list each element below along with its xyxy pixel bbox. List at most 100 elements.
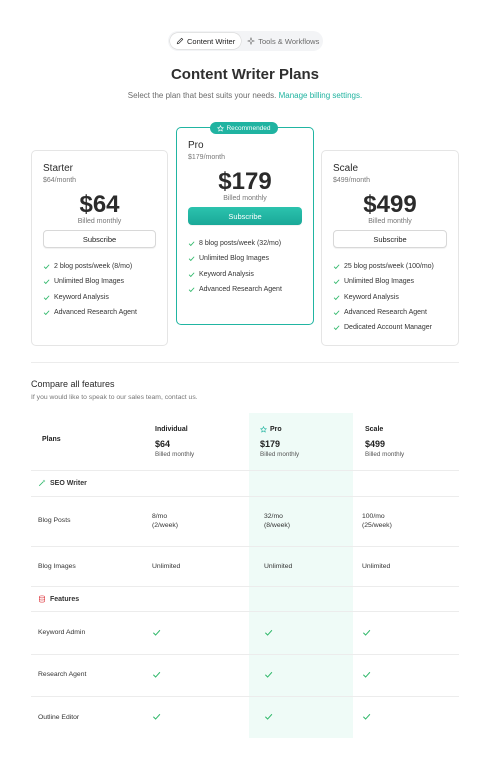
section-divider: [31, 362, 459, 363]
plan-price: $179: [218, 168, 272, 195]
feature-text: Unlimited Blog Images: [199, 255, 270, 263]
column-billed-pro: Billed monthly: [260, 451, 300, 458]
subscribe-button-starter[interactable]: Subscribe: [43, 230, 156, 248]
column-billed-scale: Billed monthly: [365, 451, 405, 458]
check-icon: [333, 325, 340, 331]
value-blog-images-scale: Unlimited: [362, 563, 391, 570]
pencil-icon: [176, 37, 184, 45]
check-icon: [43, 279, 50, 285]
section-label: SEO Writer: [50, 479, 87, 487]
row-divider: [31, 654, 459, 655]
recommended-badge: Recommended: [210, 122, 278, 134]
plan-card-starter: Starter $64/month $64 Billed monthly Sub…: [31, 150, 168, 346]
page-title: Content Writer Plans: [170, 66, 320, 83]
plan-billed: Billed monthly: [223, 195, 267, 202]
feature-text: Advanced Research Agent: [199, 286, 282, 294]
value-blog-posts-individual: 8/mo (2/week): [152, 512, 178, 530]
check-icon: [188, 272, 195, 277]
check-icon: [188, 241, 195, 247]
list-item: Advanced Research Agent: [188, 282, 302, 297]
feature-text: 2 blog posts/week (8/mo): [54, 263, 133, 271]
plan-card-scale: Scale $499/month $499 Billed monthly Sub…: [321, 150, 459, 346]
check-icon: [43, 310, 50, 316]
badge-label: Recommended: [226, 124, 271, 132]
feature-label-outline-editor: Outline Editor: [38, 714, 80, 721]
compare-title: Compare all features: [31, 379, 115, 389]
plans-header-label: Plans: [42, 436, 61, 443]
row-divider: [31, 696, 459, 697]
plan-billed: Billed monthly: [368, 218, 412, 225]
tab-label: Content Writer: [187, 36, 236, 46]
tab-label: Tools & Workflows: [258, 36, 320, 46]
manage-billing-link[interactable]: Manage billing settings.: [279, 91, 363, 100]
feature-text: Keyword Analysis: [54, 293, 109, 301]
list-item: Unlimited Blog Images: [43, 274, 156, 289]
column-price-individual: $64: [155, 439, 171, 449]
check-icon: [188, 287, 195, 293]
value-blog-images-pro: Unlimited: [264, 563, 293, 570]
feature-label-blog-images: Blog Images: [38, 563, 76, 570]
plan-monthly: $179/month: [188, 154, 225, 161]
check-icon: [264, 629, 273, 636]
feature-text: Unlimited Blog Images: [54, 278, 125, 286]
row-divider: [31, 470, 459, 471]
column-billed-individual: Billed monthly: [155, 451, 195, 458]
subscribe-button-pro[interactable]: Subscribe: [188, 207, 302, 225]
value-blog-posts-pro: 32/mo (8/week): [264, 512, 290, 530]
tab-content-writer[interactable]: Content Writer: [170, 33, 242, 49]
column-name-scale: Scale: [365, 426, 384, 433]
check-icon: [362, 713, 371, 720]
column-name-pro: Pro: [260, 426, 282, 433]
feature-label-research-agent: Research Agent: [38, 671, 87, 678]
list-item: Unlimited Blog Images: [188, 251, 302, 266]
list-item: Unlimited Blog Images: [333, 274, 447, 289]
value-blog-posts-scale: 100/mo (25/week): [362, 512, 392, 530]
check-icon: [43, 295, 50, 300]
feature-text: Dedicated Account Manager: [344, 324, 432, 332]
feature-text: Unlimited Blog Images: [344, 278, 415, 286]
plan-name: Scale: [333, 163, 359, 174]
check-icon: [152, 713, 161, 720]
compare-subtitle: If you would like to speak to our sales …: [31, 394, 198, 401]
check-icon: [152, 629, 161, 636]
plan-monthly: $64/month: [43, 177, 77, 184]
tab-tools-workflows[interactable]: Tools & Workflows: [241, 33, 325, 49]
list-item: 2 blog posts/week (8/mo): [43, 259, 156, 274]
subscribe-button-scale[interactable]: Subscribe: [333, 230, 447, 248]
check-icon: [333, 295, 340, 300]
list-item: Dedicated Account Manager: [333, 320, 447, 335]
plan-name: Pro: [188, 140, 204, 151]
check-icon: [264, 713, 273, 720]
row-divider: [31, 546, 459, 547]
feature-text: Advanced Research Agent: [54, 309, 137, 317]
list-item: 8 blog posts/week (32/mo): [188, 236, 302, 251]
value-primary: 32/mo: [264, 513, 283, 520]
plan-billed: Billed monthly: [77, 218, 122, 225]
feature-text: 8 blog posts/week (32/mo): [199, 240, 282, 248]
check-icon: [152, 671, 161, 678]
section-features: Features: [38, 595, 79, 603]
column-price-scale: $499: [365, 439, 386, 449]
check-icon: [362, 629, 371, 636]
plan-price: $499: [363, 191, 417, 218]
plan-card-pro: Pro $179/month $179 Billed monthly Subsc…: [176, 127, 314, 325]
plan-feature-list: 2 blog posts/week (8/mo) Unlimited Blog …: [43, 259, 156, 320]
value-secondary: (25/week): [362, 522, 392, 529]
plan-monthly: $499/month: [333, 177, 370, 184]
product-tabs: Content Writer Tools & Workflows: [168, 31, 323, 51]
column-name-label: Pro: [270, 426, 282, 433]
check-icon: [333, 279, 340, 285]
feature-label-keyword-admin: Keyword Admin: [38, 629, 86, 636]
value-secondary: (2/week): [152, 522, 179, 529]
database-icon: [39, 595, 45, 603]
list-item: Advanced Research Agent: [43, 305, 156, 320]
list-item: Advanced Research Agent: [333, 305, 447, 320]
feature-text: Keyword Analysis: [199, 270, 254, 278]
plan-feature-list: 25 blog posts/week (100/mo) Unlimited Bl…: [333, 259, 447, 335]
feature-text: Keyword Analysis: [344, 293, 399, 301]
value-secondary: (8/week): [264, 522, 291, 529]
subtitle-text: Select the plan that best suits your nee…: [127, 91, 277, 100]
section-seo-writer: SEO Writer: [38, 479, 87, 487]
sparkle-icon: [247, 37, 255, 45]
column-price-pro: $179: [260, 439, 281, 449]
